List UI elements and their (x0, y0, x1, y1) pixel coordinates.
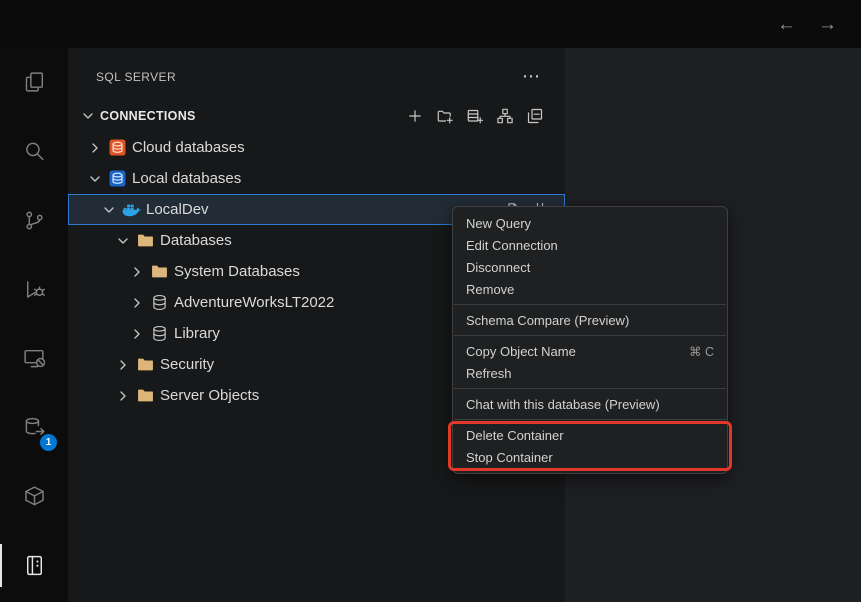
menu-item-label: Remove (466, 282, 514, 297)
menu-item-label: Chat with this database (Preview) (466, 397, 660, 412)
menu-item-stop-container[interactable]: Stop Container (453, 446, 727, 468)
tree-item-label: AdventureWorksLT2022 (174, 294, 334, 311)
menu-item-label: Schema Compare (Preview) (466, 313, 629, 328)
menu-group-connection: New Query Edit Connection Disconnect Rem… (453, 212, 727, 300)
chevron-down-icon (101, 202, 117, 218)
search-icon (22, 139, 47, 164)
tree-item-label: Library (174, 325, 220, 342)
tree-item-label: Databases (160, 232, 232, 249)
menu-item-refresh[interactable]: Refresh (453, 362, 727, 384)
tree-item-label: Cloud databases (132, 139, 245, 156)
folder-icon (136, 356, 155, 373)
more-actions-icon[interactable]: ⋯ (522, 73, 541, 80)
connect-icon[interactable] (497, 108, 513, 124)
menu-item-remove[interactable]: Remove (453, 278, 727, 300)
folder-icon (150, 263, 169, 280)
connections-section-label: CONNECTIONS (100, 109, 196, 123)
run-and-debug-activity-button[interactable] (0, 255, 68, 324)
notification-badge: 1 (40, 434, 57, 451)
menu-group-schema: Schema Compare (Preview) (453, 309, 727, 331)
collapse-all-icon[interactable] (527, 108, 543, 124)
menu-item-copy-object-name[interactable]: Copy Object Name ⌘ C (453, 340, 727, 362)
forward-icon[interactable]: → (818, 15, 837, 34)
menu-item-label: New Query (466, 216, 531, 231)
cloud-databases-icon (108, 139, 127, 156)
database-projects-activity-button[interactable]: 1 (0, 393, 68, 462)
tree-item-label: LocalDev (146, 201, 209, 218)
containers-activity-button[interactable] (0, 462, 68, 531)
new-connection-group-icon[interactable] (437, 108, 453, 124)
menu-item-label: Copy Object Name (466, 344, 576, 359)
menu-item-label: Edit Connection (466, 238, 558, 253)
tree-item-label: Local databases (132, 170, 241, 187)
chevron-down-icon (80, 108, 96, 124)
chevron-right-icon (129, 264, 145, 280)
section-actions (407, 108, 543, 124)
tree-item-label: Security (160, 356, 214, 373)
local-databases-icon (108, 170, 127, 187)
search-activity-button[interactable] (0, 117, 68, 186)
menu-item-edit-connection[interactable]: Edit Connection (453, 234, 727, 256)
explorer-activity-button[interactable] (0, 48, 68, 117)
tree-item-cloud-databases[interactable]: Cloud databases (68, 132, 565, 163)
menu-group-clipboard: Copy Object Name ⌘ C Refresh (453, 340, 727, 384)
menu-separator (454, 388, 726, 389)
menu-item-shortcut: ⌘ C (689, 344, 714, 359)
chevron-right-icon (115, 357, 131, 373)
remote-explorer-activity-button[interactable] (0, 324, 68, 393)
titlebar: ← → (0, 0, 861, 48)
tree-item-local-databases[interactable]: Local databases (68, 163, 565, 194)
menu-item-disconnect[interactable]: Disconnect (453, 256, 727, 278)
explorer-icon (22, 70, 47, 95)
menu-item-label: Refresh (466, 366, 512, 381)
tree-item-label: System Databases (174, 263, 300, 280)
database-icon (150, 325, 169, 342)
menu-group-container: Delete Container Stop Container (453, 424, 727, 468)
source-control-icon (22, 208, 47, 233)
menu-item-new-query[interactable]: New Query (453, 212, 727, 234)
container-icon (22, 484, 47, 509)
menu-group-chat: Chat with this database (Preview) (453, 393, 727, 415)
chevron-down-icon (115, 233, 131, 249)
vscode-window: ← → (0, 0, 861, 602)
add-server-icon[interactable] (467, 108, 483, 124)
source-control-activity-button[interactable] (0, 186, 68, 255)
folder-icon (136, 387, 155, 404)
menu-separator (454, 419, 726, 420)
menu-item-schema-compare[interactable]: Schema Compare (Preview) (453, 309, 727, 331)
chevron-down-icon (87, 171, 103, 187)
database-icon (150, 294, 169, 311)
menu-item-label: Delete Container (466, 428, 564, 443)
chevron-right-icon (115, 388, 131, 404)
menu-item-label: Stop Container (466, 450, 553, 465)
chevron-right-icon (129, 295, 145, 311)
menu-item-delete-container[interactable]: Delete Container (453, 424, 727, 446)
sidebar-header: SQL SERVER ⋯ (68, 48, 565, 94)
tree-item-label: Server Objects (160, 387, 259, 404)
sql-server-icon (22, 553, 47, 578)
run-and-debug-icon (22, 277, 47, 302)
menu-separator (454, 304, 726, 305)
back-icon[interactable]: ← (777, 15, 796, 34)
menu-item-label: Disconnect (466, 260, 530, 275)
menu-item-chat-with-database[interactable]: Chat with this database (Preview) (453, 393, 727, 415)
sidebar-title: SQL SERVER (96, 70, 176, 84)
menu-separator (454, 335, 726, 336)
remote-explorer-icon (22, 346, 47, 371)
add-connection-icon[interactable] (407, 108, 423, 124)
docker-whale-icon (122, 202, 141, 217)
context-menu: New Query Edit Connection Disconnect Rem… (452, 206, 728, 474)
connections-section-header[interactable]: CONNECTIONS (68, 100, 565, 132)
activity-bar: 1 (0, 48, 68, 602)
sql-server-activity-button[interactable] (0, 531, 68, 600)
folder-icon (136, 232, 155, 249)
chevron-right-icon (129, 326, 145, 342)
chevron-right-icon (87, 140, 103, 156)
